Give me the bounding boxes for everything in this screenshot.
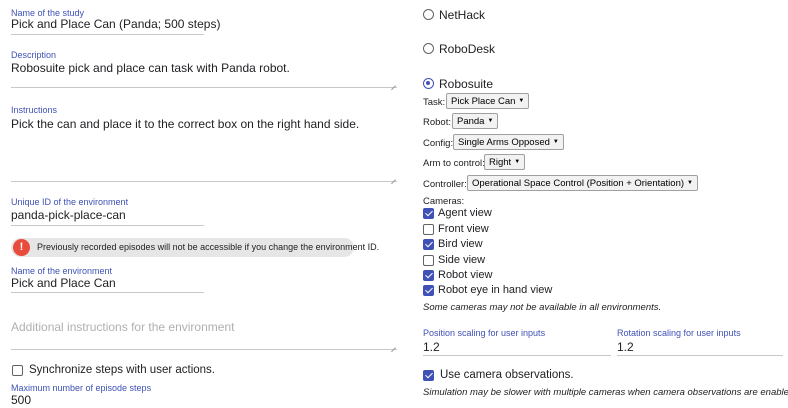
controller-label: Controller: xyxy=(423,179,467,190)
camera-agent-view-label: Agent view xyxy=(438,207,492,219)
task-select[interactable]: Pick Place Can ▼ xyxy=(446,93,530,109)
arm-select[interactable]: Right ▼ xyxy=(484,154,526,170)
camera-bird-view-checkbox[interactable] xyxy=(423,239,434,250)
robot-select[interactable]: Panda ▼ xyxy=(452,113,499,129)
robodesk-radio[interactable] xyxy=(423,43,434,54)
config-select[interactable]: Single Arms Opposed ▼ xyxy=(453,134,564,150)
camera-agent-view-checkbox[interactable] xyxy=(423,208,434,219)
warning-text: Previously recorded episodes will not be… xyxy=(37,242,380,252)
task-select-value: Pick Place Can xyxy=(451,96,516,107)
instructions-underline xyxy=(11,181,397,182)
arm-label: Arm to control: xyxy=(423,158,485,169)
environment-id-value[interactable]: panda-pick-place-can xyxy=(11,208,126,222)
camera-robot-view-checkbox[interactable] xyxy=(423,270,434,281)
position-scaling-label: Position scaling for user inputs xyxy=(423,328,546,338)
chevron-down-icon: ▼ xyxy=(514,159,521,165)
additional-instructions-underline xyxy=(11,349,397,350)
camera-robot-view-label: Robot view xyxy=(438,269,493,281)
warning-icon: ! xyxy=(13,239,30,256)
max-steps-label: Maximum number of episode steps xyxy=(11,383,152,393)
robot-select-value: Panda xyxy=(457,116,485,127)
environment-id-warning: ! Previously recorded episodes will not … xyxy=(11,238,379,257)
description-resize-handle[interactable] xyxy=(390,80,396,86)
controller-select-value: Operational Space Control (Position + Or… xyxy=(472,178,685,189)
nethack-radio[interactable] xyxy=(423,9,434,20)
camera-observations-checkbox[interactable] xyxy=(423,370,434,381)
position-scaling-underline xyxy=(423,355,611,356)
description-value[interactable]: Robosuite pick and place can task with P… xyxy=(11,61,290,75)
study-name-value[interactable]: Pick and Place Can (Panda; 500 steps) xyxy=(11,17,220,31)
environment-id-underline xyxy=(11,225,204,226)
chevron-down-icon: ▼ xyxy=(518,98,525,104)
environment-name-value[interactable]: Pick and Place Can xyxy=(11,276,116,290)
description-underline xyxy=(11,87,397,88)
camera-robot-eye-in-hand-checkbox[interactable] xyxy=(423,285,434,296)
cameras-note: Some cameras may not be available in all… xyxy=(423,302,662,313)
camera-side-view-label: Side view xyxy=(438,254,486,266)
arm-select-value: Right xyxy=(489,157,512,168)
chevron-down-icon: ▼ xyxy=(487,118,494,124)
camera-observations-label: Use camera observations. xyxy=(440,369,574,381)
robosuite-label: Robosuite xyxy=(439,77,494,91)
camera-observations-note: Simulation may be slower with multiple c… xyxy=(423,387,788,398)
sync-steps-checkbox[interactable] xyxy=(12,365,23,376)
rotation-scaling-value[interactable]: 1.2 xyxy=(617,340,634,354)
camera-side-view-checkbox[interactable] xyxy=(423,255,434,266)
environment-name-label: Name of the environment xyxy=(11,266,113,276)
config-label: Config: xyxy=(423,138,454,149)
rotation-scaling-label: Rotation scaling for user inputs xyxy=(617,328,741,338)
chevron-down-icon: ▼ xyxy=(552,139,559,145)
rotation-scaling-underline xyxy=(617,355,783,356)
camera-bird-view-label: Bird view xyxy=(438,238,483,250)
camera-robot-eye-in-hand-label: Robot eye in hand view xyxy=(438,284,553,296)
description-label: Description xyxy=(11,50,57,60)
config-select-value: Single Arms Opposed xyxy=(458,137,550,148)
task-label: Task: xyxy=(423,97,446,108)
nethack-label: NetHack xyxy=(439,8,486,22)
robosuite-radio[interactable] xyxy=(423,78,434,89)
instructions-value[interactable]: Pick the can and place it to the correct… xyxy=(11,117,359,131)
chevron-down-icon: ▼ xyxy=(687,180,693,186)
instructions-resize-handle[interactable] xyxy=(390,174,396,180)
max-steps-value[interactable]: 500 xyxy=(11,393,31,407)
sync-steps-label: Synchronize steps with user actions. xyxy=(29,364,216,376)
cameras-label: Cameras: xyxy=(423,196,465,207)
additional-instructions-resize-handle[interactable] xyxy=(390,342,396,348)
environment-name-underline xyxy=(11,292,204,293)
instructions-label: Instructions xyxy=(11,105,58,115)
controller-select[interactable]: Operational Space Control (Position + Or… xyxy=(467,175,698,191)
position-scaling-value[interactable]: 1.2 xyxy=(423,340,440,354)
study-name-underline xyxy=(11,34,204,35)
environment-id-label: Unique ID of the environment xyxy=(11,197,129,207)
camera-front-view-label: Front view xyxy=(438,223,489,235)
camera-front-view-checkbox[interactable] xyxy=(423,224,434,235)
robot-label: Robot: xyxy=(423,117,451,128)
additional-instructions-placeholder[interactable]: Additional instructions for the environm… xyxy=(11,320,234,334)
robodesk-label: RoboDesk xyxy=(439,42,496,56)
